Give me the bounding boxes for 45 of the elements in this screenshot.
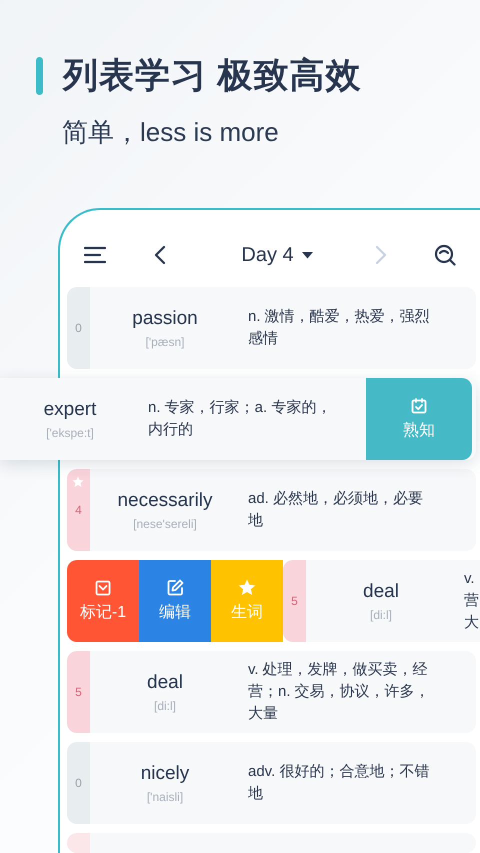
back-chevron-icon[interactable] — [154, 245, 166, 265]
definition-text: ad. 必然地，必须地，必要地 — [248, 489, 424, 531]
phonetic-text: [nese'sereli] — [133, 516, 197, 530]
word-text: passion — [132, 308, 198, 330]
accent-bar — [36, 56, 43, 94]
word-card[interactable]: 5 deal [di:l] v. 营 大 — [283, 560, 480, 642]
star-icon — [238, 579, 256, 596]
phonetic-text: ['naisli] — [146, 790, 184, 804]
definition-text: n. 专家，行家；a. 专家的，内行的 — [148, 398, 332, 440]
star-icon — [72, 476, 84, 488]
count-label: 5 — [75, 685, 82, 699]
phonetic-text: [di:l] — [154, 698, 176, 712]
phonetic-text: ['ekspe:t] — [46, 426, 94, 440]
phonetic-text: [di:l] — [370, 608, 392, 622]
count-label: 5 — [291, 594, 298, 608]
word-card[interactable]: 0 passion ['pæsn] n. 激情，酷爱，热爱，强烈感情 — [67, 287, 476, 369]
day-selector[interactable]: Day 4 — [241, 244, 313, 266]
calendar-check-icon — [411, 398, 427, 414]
subheadline: 简单，less is more — [62, 116, 280, 149]
word-card[interactable]: 0 nicely ['naisli] adv. 很好的；合意地；不错地 — [67, 742, 476, 824]
headline: 列表学习 极致高效 — [63, 55, 362, 97]
count-label: 0 — [75, 776, 82, 790]
word-card[interactable]: 4 necessarily [nese'sereli] ad. 必然地，必须地，必要地 — [67, 469, 476, 551]
count-label: 0 — [75, 321, 82, 335]
word-text: deal — [363, 580, 399, 602]
definition-text: v. 处理，发牌，做买卖，经营；n. 交易，协议，许多，大量 — [248, 660, 431, 724]
search-icon[interactable] — [434, 244, 456, 266]
chevron-square-icon — [95, 580, 111, 596]
definition-text: v. — [464, 569, 476, 589]
word-text: nicely — [140, 762, 190, 784]
dropdown-caret-icon — [302, 252, 313, 258]
word-text: deal — [147, 672, 183, 694]
word-card[interactable]: 5 deal [di:l] v. 处理，发牌，做买卖，经营；n. 交易，协议，许多，大量 — [67, 651, 476, 733]
edit-icon — [166, 579, 184, 596]
definition-text: n. 激情，酷爱，热爱，强烈感情 — [248, 307, 431, 349]
swipe-action-button[interactable]: 编辑 — [139, 560, 211, 642]
phonetic-text: ['pæsn] — [146, 334, 184, 348]
word-text: expert — [44, 398, 96, 420]
word-text: necessarily — [117, 490, 213, 512]
definition-text: 大 — [464, 613, 480, 633]
definition-text: adv. 很好的；合意地；不错地 — [248, 762, 430, 804]
count-label: 4 — [75, 503, 82, 517]
definition-text: 营 — [464, 591, 480, 611]
menu-icon[interactable] — [84, 246, 106, 264]
word-card[interactable]: expert ['ekspe:t] n. 专家，行家；a. 专家的，内行的 熟知 — [0, 378, 476, 460]
